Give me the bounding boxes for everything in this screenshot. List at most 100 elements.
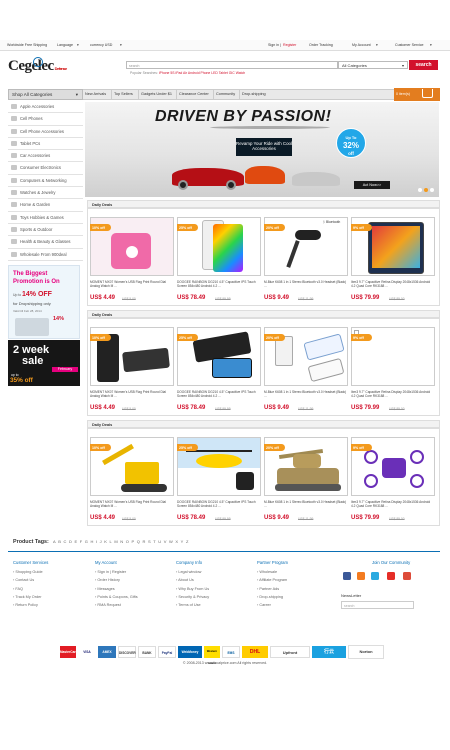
footer-link[interactable]: › Affiliate Program xyxy=(257,576,333,584)
sidebar-item-cell-phones[interactable]: Cell Phones xyxy=(8,113,83,126)
cart-button[interactable]: 0 item(s) xyxy=(394,88,440,101)
footer-link[interactable]: › Why Buy From Us xyxy=(176,585,252,593)
tag-letter[interactable]: J xyxy=(100,539,102,544)
order-tracking-link[interactable]: Order Tracking xyxy=(309,43,333,47)
footer-link[interactable]: › Partner Ads xyxy=(257,585,333,593)
youtube-icon[interactable] xyxy=(387,572,395,580)
newsletter-input[interactable]: search xyxy=(341,601,414,609)
product-card[interactable]: M-Blue K608 1 in 1 Stereo Bluetooth v3.0… xyxy=(264,390,348,411)
tag-letter[interactable]: F xyxy=(80,539,82,544)
sidebar-item-watches[interactable]: Watches & Jewelry xyxy=(8,187,83,200)
footer-link[interactable]: › Security & Privacy xyxy=(176,593,252,601)
footer-link[interactable]: › Track My Order xyxy=(13,593,89,601)
footer-link[interactable]: › Shopping Guide xyxy=(13,568,89,576)
tag-letter[interactable]: U xyxy=(158,539,161,544)
product-name[interactable]: MOMENT MX07 Women's USB Flag Print Round… xyxy=(90,390,174,398)
sidebar-item-consumer-electronics[interactable]: Consumer Electronics xyxy=(8,162,83,175)
tag-letter[interactable]: D xyxy=(69,539,72,544)
blog-icon[interactable] xyxy=(357,572,365,580)
tag-letter[interactable]: K xyxy=(104,539,107,544)
footer-link[interactable]: › Order History xyxy=(95,576,171,584)
currency-selector[interactable]: currency USD xyxy=(90,43,112,47)
nav-gadgets-under-1[interactable]: Gadgets Under $1 xyxy=(139,89,177,100)
facebook-icon[interactable] xyxy=(343,572,351,580)
twitter-icon[interactable] xyxy=(371,572,379,580)
slider-dot[interactable] xyxy=(430,188,434,192)
product-card[interactable]: MOMENT MX07 Women's USB Flag Print Round… xyxy=(90,280,174,301)
sidebar-item-home-garden[interactable]: Home & Garden xyxy=(8,199,83,212)
popular-searches-links[interactable]: iPhone 5S iPad Air Android Phone LED Tab… xyxy=(159,71,245,75)
sidebar-item-computers[interactable]: Computers & Networking xyxy=(8,175,83,188)
search-button[interactable]: search xyxy=(409,60,438,70)
product-name[interactable]: DOOGEE RAINBOW DG210 4.5" Capacitive IPS… xyxy=(177,500,261,508)
footer-link[interactable]: › Return Policy xyxy=(13,601,89,609)
sidebar-item-toys[interactable]: Toys Hobbies & Games xyxy=(8,212,83,224)
register-link[interactable]: Register xyxy=(283,43,296,47)
tag-letter[interactable]: X xyxy=(175,539,178,544)
product-card[interactable]: M-Blue K608 1 in 1 Stereo Bluetooth v3.0… xyxy=(264,280,348,301)
product-card[interactable]: DOOGEE RAINBOW DG210 4.5" Capacitive IPS… xyxy=(177,390,261,411)
nav-community[interactable]: Community xyxy=(214,89,240,100)
product-card[interactable]: M-Blue K608 1 in 1 Stereo Bluetooth v3.0… xyxy=(264,500,348,521)
act-now-button[interactable]: Act Now>> xyxy=(354,181,390,189)
google-plus-icon[interactable] xyxy=(403,572,411,580)
tag-letter[interactable]: A xyxy=(53,539,56,544)
product-name[interactable]: MOMENT MX07 Women's USB Flag Print Round… xyxy=(90,280,174,288)
product-name[interactable]: Ibm3 9.7" Capacitive Retina Display 2048… xyxy=(351,390,435,398)
product-name[interactable]: DOOGEE RAINBOW DG210 4.5" Capacitive IPS… xyxy=(177,280,261,288)
product-card[interactable]: DOOGEE RAINBOW DG210 4.5" Capacitive IPS… xyxy=(177,280,261,301)
category-select[interactable]: All Categories ▾ xyxy=(338,61,408,69)
sidebar-item-apple[interactable]: Apple Accessories xyxy=(8,101,83,114)
tag-letter[interactable]: M xyxy=(114,539,117,544)
sidebar-item-tablets[interactable]: Tablet PCs xyxy=(8,138,83,151)
shop-all-categories-button[interactable]: Shop All Categories ▾ xyxy=(8,89,83,100)
footer-link[interactable]: › Wholesale xyxy=(257,568,333,576)
slider-dot[interactable] xyxy=(418,188,422,192)
tag-letter[interactable]: W xyxy=(169,539,173,544)
tag-letter[interactable]: S xyxy=(148,539,151,544)
tag-letter[interactable]: Y xyxy=(181,539,184,544)
tag-letter[interactable]: L xyxy=(110,539,112,544)
product-name[interactable]: M-Blue K608 1 in 1 Stereo Bluetooth v3.0… xyxy=(264,390,348,398)
sidebar-item-phone-accessories[interactable]: Cell Phone Accessories xyxy=(8,126,83,138)
sidebar-item-health-beauty[interactable]: Health & Beauty & Glasses xyxy=(8,236,83,249)
nav-drop-shipping[interactable]: Drop-shipping xyxy=(240,89,274,100)
footer-link[interactable]: › Points & Coupons, Gifts xyxy=(95,593,171,601)
footer-link[interactable]: › RMA Request xyxy=(95,601,171,609)
nav-clearance-center[interactable]: Clearance Center xyxy=(177,89,214,100)
nav-top-sellers[interactable]: Top Sellers xyxy=(112,89,139,100)
footer-link[interactable]: › About Us xyxy=(176,576,252,584)
sign-in-link[interactable]: Sign in xyxy=(268,43,279,47)
my-account-link[interactable]: My Account xyxy=(352,43,371,47)
footer-link[interactable]: › Terms of Use xyxy=(176,601,252,609)
tag-letter[interactable]: H xyxy=(90,539,93,544)
tag-letter[interactable]: R xyxy=(142,539,145,544)
footer-link[interactable]: › Messages xyxy=(95,585,171,593)
customer-service-link[interactable]: Customer Service xyxy=(395,43,424,47)
product-card[interactable]: DOOGEE RAINBOW DG210 4.5" Capacitive IPS… xyxy=(177,500,261,521)
tag-letter[interactable]: G xyxy=(85,539,88,544)
product-card[interactable]: Ibm3 9.7" Capacitive Retina Display 2048… xyxy=(351,500,435,521)
tag-letter[interactable]: V xyxy=(164,539,167,544)
footer-link[interactable]: › FAQ xyxy=(13,585,89,593)
product-name[interactable]: MOMENT MX07 Women's USB Flag Print Round… xyxy=(90,500,174,508)
search-input[interactable]: search xyxy=(126,61,338,69)
product-card[interactable]: MOMENT MX07 Women's USB Flag Print Round… xyxy=(90,500,174,521)
promo-two-week-sale[interactable]: 2 week sale February up to 35% off xyxy=(8,340,80,386)
promo-biggest-promotion[interactable]: The Biggest Promotion is On Up to 14% OF… xyxy=(8,265,80,339)
product-card[interactable]: Ibm3 9.7" Capacitive Retina Display 2048… xyxy=(351,390,435,411)
language-selector[interactable]: Language xyxy=(57,43,73,47)
tag-letter[interactable]: B xyxy=(58,539,61,544)
product-name[interactable]: Ibm3 9.7" Capacitive Retina Display 2048… xyxy=(351,500,435,508)
tag-letter[interactable]: I xyxy=(96,539,97,544)
product-name[interactable]: M-Blue K608 1 in 1 Stereo Bluetooth v3.0… xyxy=(264,280,348,288)
sidebar-item-sports[interactable]: Sports & Outdoor xyxy=(8,224,83,237)
footer-link[interactable]: › Contact Us xyxy=(13,576,89,584)
sidebar-item-wholesale[interactable]: Wholesale From 900deal xyxy=(8,249,83,261)
tag-letter[interactable]: C xyxy=(63,539,66,544)
product-card[interactable]: Ibm3 9.7" Capacitive Retina Display 2048… xyxy=(351,280,435,301)
tag-letter[interactable]: E xyxy=(74,539,77,544)
footer-link[interactable]: › Sign in | Register xyxy=(95,568,171,576)
nav-new-arrivals[interactable]: New Arrivals xyxy=(84,89,112,100)
tag-letter[interactable]: T xyxy=(153,539,155,544)
